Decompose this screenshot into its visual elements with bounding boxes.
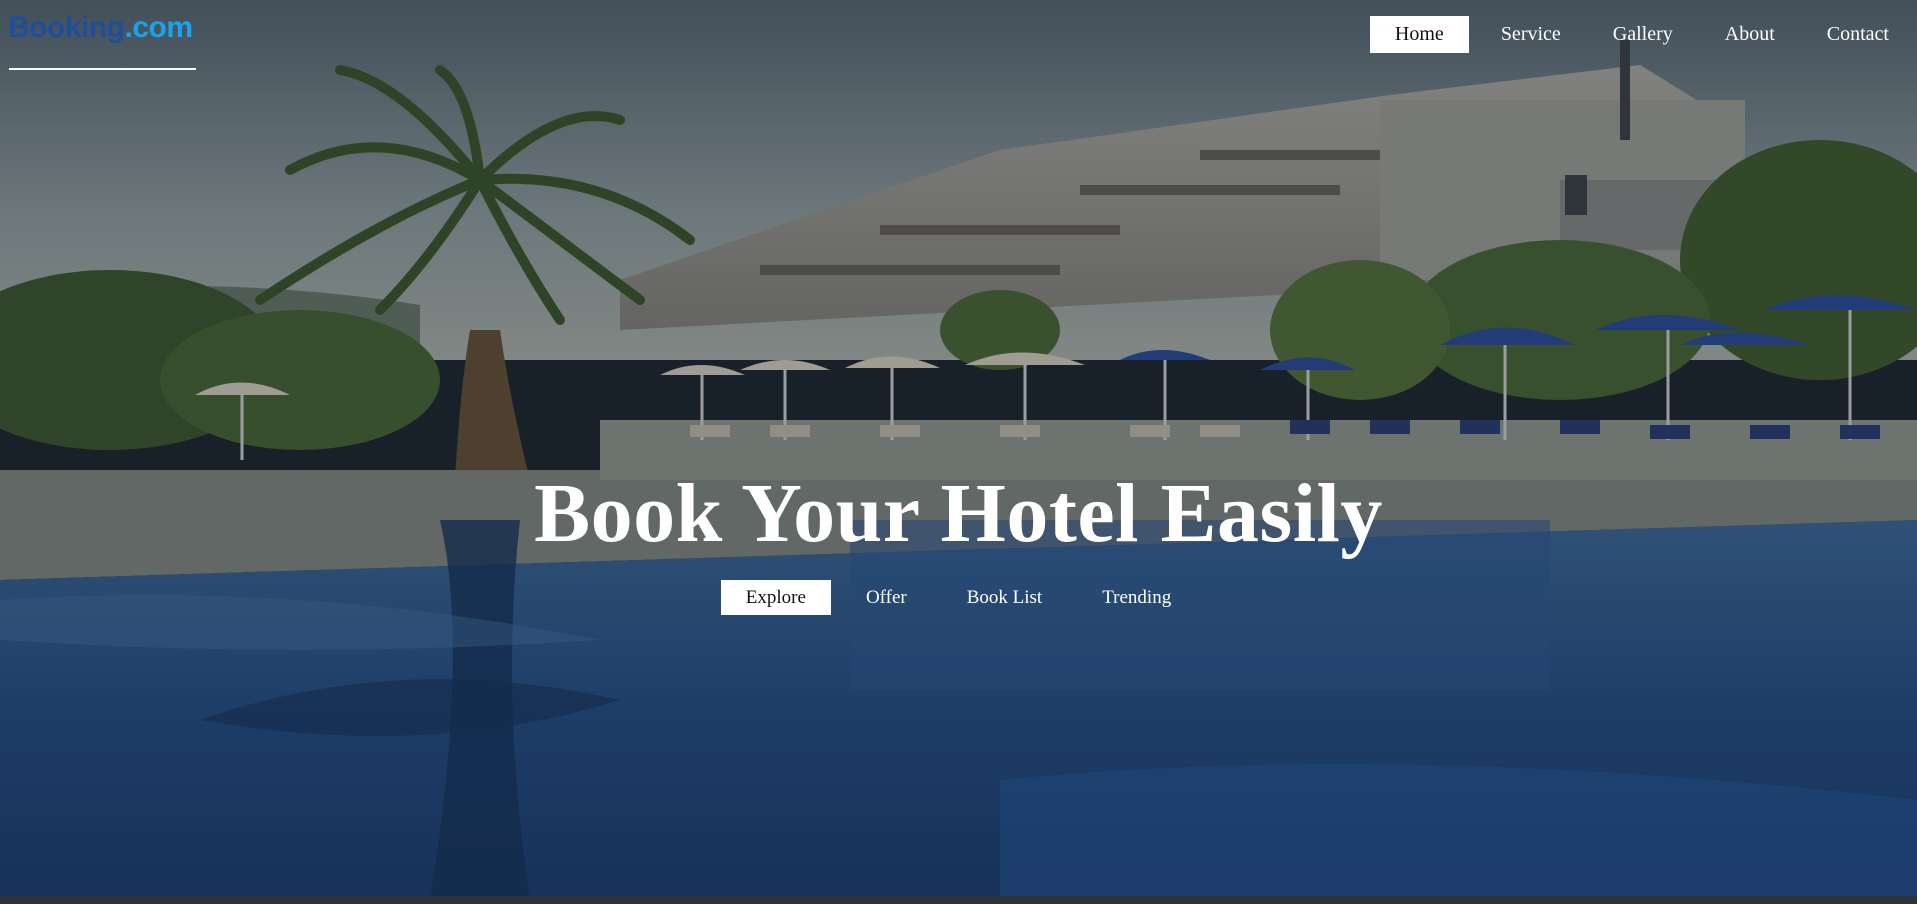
hero-headline: Book Your Hotel Easily [534, 467, 1383, 560]
brand-logo[interactable]: Booking.com [8, 6, 193, 50]
nav-item-gallery[interactable]: Gallery [1593, 16, 1693, 53]
horizontal-scrollbar[interactable] [0, 896, 1917, 904]
main-navigation: Home Service Gallery About Contact [1369, 16, 1909, 53]
subnav-item-offer[interactable]: Offer [841, 580, 932, 615]
hero-section: Booking.com Home Service Gallery About C… [0, 0, 1917, 904]
nav-item-contact[interactable]: Contact [1807, 16, 1909, 53]
nav-item-home[interactable]: Home [1369, 16, 1469, 53]
subnav-item-explore[interactable]: Explore [720, 580, 831, 615]
nav-item-about[interactable]: About [1705, 16, 1795, 53]
hero-dark-overlay [0, 0, 1917, 904]
brand-logo-tld: .com [124, 11, 194, 44]
brand-logo-name: Booking [8, 11, 125, 44]
logo-underline-divider [9, 68, 196, 70]
subnav-item-trending[interactable]: Trending [1077, 580, 1196, 615]
hero-subnav: Explore Offer Book List Trending [0, 580, 1917, 615]
nav-item-service[interactable]: Service [1481, 16, 1581, 53]
subnav-item-book-list[interactable]: Book List [942, 580, 1067, 615]
